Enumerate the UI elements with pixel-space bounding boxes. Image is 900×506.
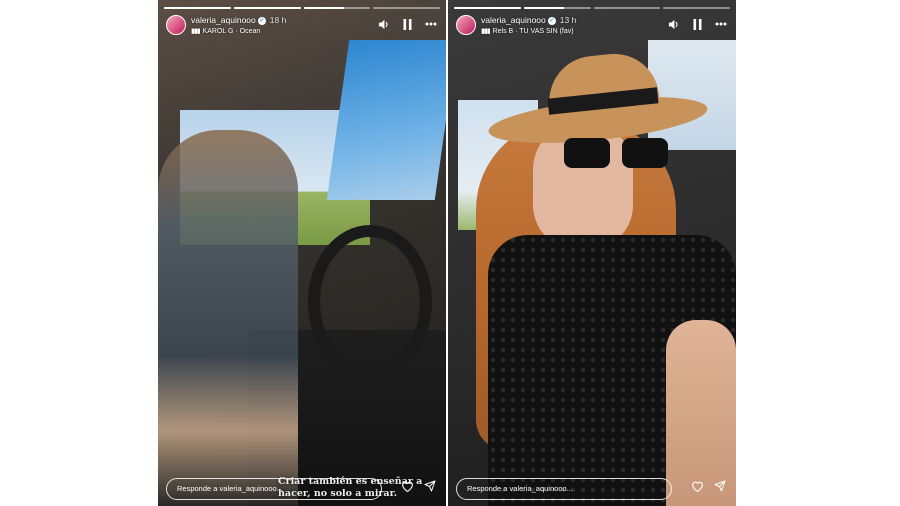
story-progress-bar [454,7,730,9]
more-icon[interactable] [424,17,438,31]
send-icon[interactable] [424,479,436,497]
story-photo-selfie [448,0,736,506]
music-label: KAROL G · Ocean [202,28,261,35]
music-info[interactable]: ▮▮▮ Rels B · TU VAS SIN (fav) [481,27,574,35]
send-icon[interactable] [714,479,726,497]
pause-icon[interactable] [690,17,704,31]
story-header: valeria_aquinooo ✓ 13 h ▮▮▮ Rels B · TU VAS… [456,13,728,41]
volume-icon[interactable] [376,17,390,31]
progress-segment [233,7,301,9]
verified-badge-icon: ✓ [547,16,556,25]
story-photo-driving [158,0,446,506]
heart-icon[interactable] [691,479,704,497]
username[interactable]: valeria_aquinooo [191,15,256,25]
verified-badge-icon: ✓ [257,16,266,25]
music-bars-icon: ▮▮▮ [481,28,491,35]
heart-icon[interactable] [401,479,414,497]
avatar[interactable] [456,15,476,35]
progress-segment [523,7,564,9]
time-ago: 18 h [269,15,287,25]
progress-segment [303,7,344,9]
more-icon[interactable] [714,17,728,31]
story-card-right[interactable]: valeria_aquinooo ✓ 13 h ▮▮▮ Rels B · TU VAS… [448,0,736,506]
music-info[interactable]: ▮▮▮ KAROL G · Ocean [191,27,260,35]
volume-icon[interactable] [666,17,680,31]
story-header: valeria_aquinooo ✓ 18 h ▮▮▮ KAROL G · Ocean [166,13,438,41]
story-card-left[interactable]: valeria_aquinooo ✓ 18 h ▮▮▮ KAROL G · Ocean… [158,0,446,506]
avatar[interactable] [166,15,186,35]
progress-segment [454,7,521,9]
reply-input[interactable]: Responde a valeria_aquinooo... [456,478,672,500]
pause-icon[interactable] [400,17,414,31]
story-progress-bar [164,7,440,9]
username[interactable]: valeria_aquinooo [481,15,546,25]
music-label: Rels B · TU VAS SIN (fav) [492,28,574,35]
progress-segment [164,7,231,9]
reply-input[interactable]: Responde a valeria_aquinooo... [166,478,382,500]
music-bars-icon: ▮▮▮ [191,28,201,35]
time-ago: 13 h [559,15,577,25]
